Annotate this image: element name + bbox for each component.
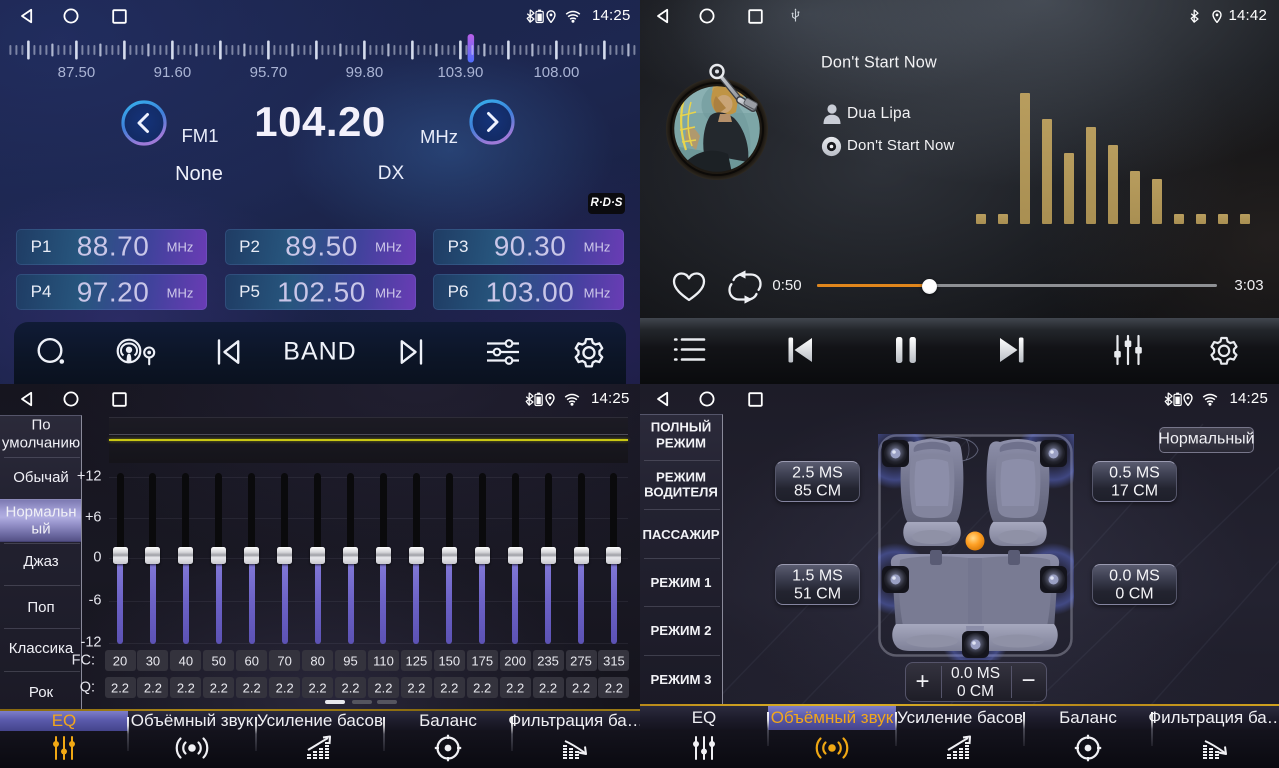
svg-text:91.60: 91.60 [154, 64, 192, 81]
svg-text:108.00: 108.00 [533, 64, 579, 81]
svg-text:99.80: 99.80 [346, 64, 384, 81]
svg-text:95.70: 95.70 [250, 64, 288, 81]
svg-text:103.90: 103.90 [437, 64, 483, 81]
svg-text:87.50: 87.50 [58, 64, 96, 81]
